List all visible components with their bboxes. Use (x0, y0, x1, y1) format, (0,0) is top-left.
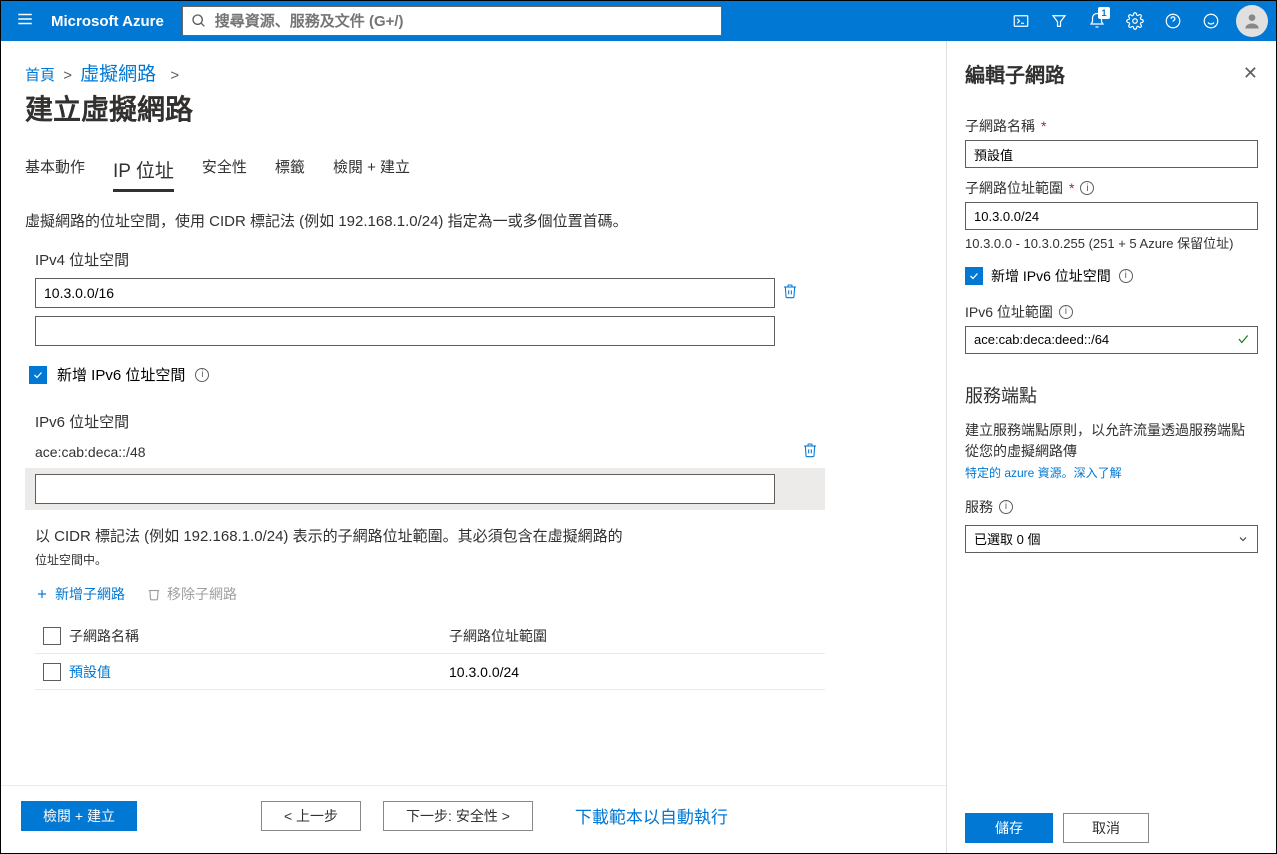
ipv6-label: IPv6 位址空間 (35, 411, 922, 432)
add-subnet-label: 新增子網路 (55, 584, 125, 604)
remove-subnet-button[interactable]: 移除子網路 (147, 584, 237, 604)
subnet-range-label: 子網路位址範圍 (965, 178, 1063, 198)
brand-label: Microsoft Azure (51, 13, 164, 30)
next-button[interactable]: 下一步: 安全性 > (383, 801, 533, 831)
subnet-range-input[interactable] (965, 202, 1258, 230)
info-icon[interactable]: i (999, 500, 1013, 514)
review-create-button[interactable]: 檢閱 + 建立 (21, 801, 137, 831)
tab-basic[interactable]: 基本動作 (25, 156, 85, 192)
subnet-description: 以 CIDR 標記法 (例如 192.168.1.0/24) 表示的子網路位址範… (35, 526, 805, 547)
edit-subnet-panel: 編輯子網路 ✕ 子網路名稱 * 子網路位址範圍 * i 10.3.0.0 - 1… (946, 41, 1276, 853)
directory-filter-icon[interactable] (1040, 1, 1078, 41)
col-subnet-range: 子網路位址範圍 (449, 626, 825, 646)
col-subnet-name: 子網路名稱 (69, 626, 449, 646)
select-all-checkbox[interactable] (43, 627, 61, 645)
ipv6-range-input[interactable] (965, 326, 1258, 354)
ipv6-range-label: IPv6 位址範圍 (965, 302, 1053, 322)
panel-ipv6-checkbox[interactable] (965, 267, 983, 285)
subnet-description-2: 位址空間中。 (35, 551, 912, 568)
close-icon[interactable]: ✕ (1243, 63, 1258, 84)
previous-button[interactable]: < 上一步 (261, 801, 361, 831)
bottom-bar: 檢閱 + 建立 < 上一步 下一步: 安全性 > 下載範本以自動執行 (1, 785, 946, 845)
notifications-icon[interactable]: 1 (1078, 1, 1116, 41)
save-button[interactable]: 儲存 (965, 813, 1053, 843)
subnet-name-input[interactable] (965, 140, 1258, 168)
feedback-icon[interactable] (1192, 1, 1230, 41)
delete-ipv6-icon[interactable] (795, 442, 825, 463)
row-checkbox[interactable] (43, 663, 61, 681)
cancel-button[interactable]: 取消 (1063, 813, 1149, 843)
tab-security[interactable]: 安全性 (202, 156, 247, 192)
info-icon[interactable]: i (1080, 181, 1094, 195)
search-input[interactable] (215, 13, 713, 30)
remove-subnet-label: 移除子網路 (167, 584, 237, 604)
info-icon[interactable]: i (195, 368, 209, 382)
ipv6-address-value: ace:cab:deca::/48 (35, 440, 795, 464)
info-icon[interactable]: i (1119, 269, 1133, 283)
ip-description: 虛擬網路的位址空間，使用 CIDR 標記法 (例如 192.168.1.0/24… (25, 210, 922, 231)
delete-ipv4-icon[interactable] (775, 283, 805, 304)
service-endpoints-title: 服務端點 (965, 382, 1258, 408)
ipv6-address-input-empty[interactable] (35, 474, 775, 504)
ipv6-checkbox-label: 新增 IPv6 位址空間 (57, 364, 185, 385)
tabs: 基本動作 IP 位址 安全性 標籤 檢閱 + 建立 (25, 156, 922, 192)
panel-ipv6-checkbox-label: 新增 IPv6 位址空間 (991, 266, 1111, 286)
panel-title: 編輯子網路 (965, 59, 1065, 88)
main-content: 首頁 > 虛擬網路 > 建立虛擬網路 基本動作 IP 位址 安全性 標籤 檢閱 … (1, 41, 946, 853)
subnet-name-link[interactable]: 預設值 (69, 664, 111, 680)
cloud-shell-icon[interactable] (1002, 1, 1040, 41)
breadcrumb: 首頁 > 虛擬網路 > (25, 59, 922, 86)
service-label: 服務 (965, 497, 993, 517)
subnet-range-value: 10.3.0.0/24 (449, 664, 825, 680)
service-selected-value: 已選取 0 個 (974, 529, 1040, 548)
chevron-down-icon (1237, 533, 1249, 545)
breadcrumb-vnet[interactable]: 虛擬網路 (80, 64, 156, 85)
ipv4-label: IPv4 位址空間 (35, 249, 922, 270)
hamburger-icon[interactable] (9, 10, 41, 33)
subnet-table: 子網路名稱 子網路位址範圍 預設值 10.3.0.0/24 (35, 618, 825, 690)
top-bar: Microsoft Azure 1 (1, 1, 1276, 41)
ipv4-address-input[interactable] (35, 278, 775, 308)
tab-tags[interactable]: 標籤 (275, 156, 305, 192)
add-subnet-button[interactable]: 新增子網路 (35, 584, 125, 604)
page-title: 建立虛擬網路 (25, 88, 922, 128)
download-template-link[interactable]: 下載範本以自動執行 (575, 803, 728, 828)
ipv4-address-input-empty[interactable] (35, 316, 775, 346)
service-select[interactable]: 已選取 0 個 (965, 525, 1258, 553)
global-search[interactable] (182, 6, 722, 36)
ipv6-checkbox[interactable] (29, 366, 47, 384)
tab-review[interactable]: 檢閱 + 建立 (333, 156, 410, 192)
service-endpoints-desc: 建立服務端點原則，以允許流量透過服務端點從您的虛擬網路傳 (965, 420, 1258, 462)
settings-icon[interactable] (1116, 1, 1154, 41)
tab-ip[interactable]: IP 位址 (113, 156, 174, 192)
breadcrumb-home[interactable]: 首頁 (25, 67, 55, 84)
valid-check-icon (1236, 332, 1250, 351)
user-avatar[interactable] (1236, 5, 1268, 37)
subnet-range-hint: 10.3.0.0 - 10.3.0.255 (251 + 5 Azure 保留位… (965, 234, 1258, 254)
info-icon[interactable]: i (1059, 305, 1073, 319)
notification-badge: 1 (1098, 7, 1110, 19)
subnet-name-label: 子網路名稱 (965, 116, 1035, 136)
help-icon[interactable] (1154, 1, 1192, 41)
service-endpoints-link[interactable]: 特定的 azure 資源。深入了解 (965, 464, 1258, 481)
